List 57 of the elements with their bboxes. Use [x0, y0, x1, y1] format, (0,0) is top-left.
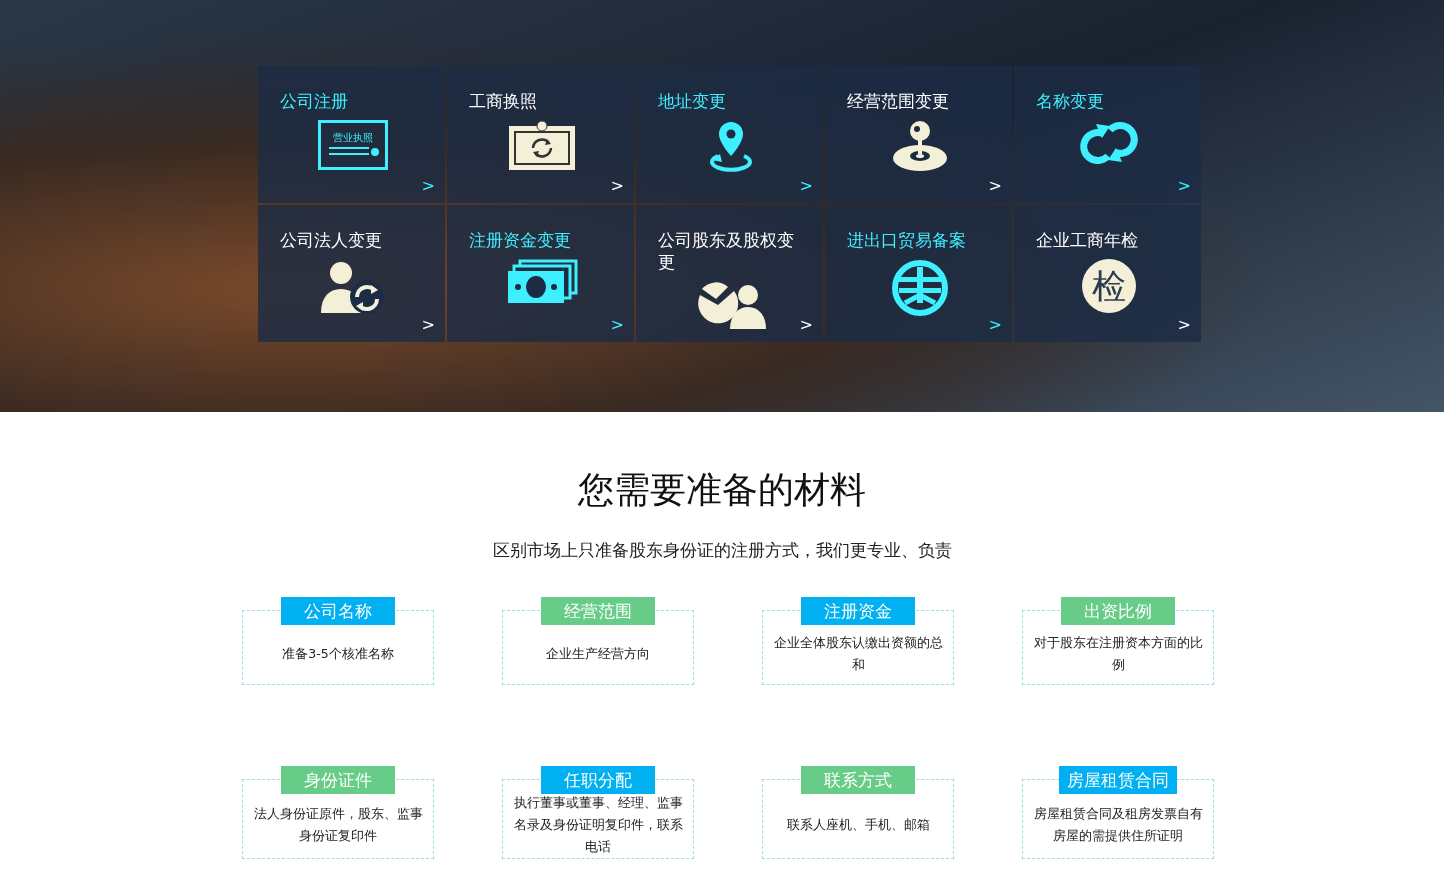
arrow-icon: > [799, 316, 813, 334]
framed-refresh-icon [506, 120, 577, 172]
location-pin-icon [707, 120, 754, 174]
service-title: 进出口贸易备案 [847, 229, 967, 251]
section-subtitle: 区别市场上只准备股东身份证的注册方式，我们更专业、负责 [491, 539, 953, 562]
service-title: 地址变更 [658, 90, 727, 112]
arrow-icon: > [988, 316, 1002, 334]
service-tile[interactable]: 地址变更 > [636, 66, 823, 203]
material-tag: 出资比例 [1061, 597, 1175, 625]
service-title: 公司法人变更 [280, 229, 383, 251]
pie-chart-people-icon [695, 281, 766, 331]
arrow-icon: > [1177, 316, 1191, 334]
service-tile[interactable]: 公司法人变更 > [258, 205, 445, 342]
section-title: 您需要准备的材料 [577, 468, 867, 512]
service-title: 注册资金变更 [469, 229, 572, 251]
material-tag: 房屋租赁合同 [1059, 766, 1177, 794]
material-tag: 公司名称 [281, 597, 395, 625]
arrow-icon: > [1177, 177, 1191, 195]
material-description: 企业生产经营方向 [546, 644, 650, 663]
material-description: 准备3-5个核准名称 [282, 644, 394, 663]
material-description: 联系人座机、手机、邮箱 [786, 816, 930, 834]
service-tile[interactable]: 公司股东及股权变更 > [636, 205, 823, 342]
material-tag: 经营范围 [541, 597, 655, 625]
material-description: 房屋租赁合同及租房发票自有房屋的需提供住所证明 [1032, 805, 1204, 845]
service-title: 名称变更 [1036, 90, 1105, 112]
material-tag: 注册资金 [801, 597, 915, 625]
service-tile[interactable]: 公司注册 营业执照 > [258, 66, 445, 203]
round-seal-icon [890, 259, 949, 317]
service-tile[interactable]: 企业工商年检 检 > [1014, 205, 1201, 342]
round-character-icon: 检 [1081, 259, 1136, 313]
person-refresh-icon [318, 259, 387, 315]
service-title: 经营范围变更 [847, 90, 950, 112]
arrow-icon: > [988, 177, 1002, 195]
arrow-icon: > [421, 316, 435, 334]
service-tile[interactable]: 进出口贸易备案 > [825, 205, 1012, 342]
arrow-icon: > [421, 177, 435, 195]
service-tile[interactable]: 名称变更 > [1014, 66, 1201, 203]
certificate-icon: 营业执照 [317, 120, 388, 170]
material-description: 法人身份证原件，股东、监事身份证复印件 [252, 805, 424, 845]
service-title: 公司股东及股权变更 [658, 229, 795, 273]
material-description: 对于股东在注册资本方面的比例 [1032, 633, 1204, 674]
joystick-icon [890, 120, 949, 172]
material-description: 执行董事或董事、经理、监事名录及身份证明复印件，联系电话 [512, 794, 684, 856]
service-title: 工商换照 [469, 90, 538, 112]
arrow-icon: > [610, 177, 624, 195]
material-tag: 联系方式 [801, 766, 915, 794]
material-tag: 任职分配 [541, 766, 655, 794]
banknotes-icon [505, 259, 578, 305]
arrow-icon: > [610, 316, 624, 334]
service-title: 公司注册 [280, 90, 349, 112]
service-title: 企业工商年检 [1036, 229, 1139, 251]
service-tile[interactable]: 经营范围变更 > [825, 66, 1012, 203]
service-tile[interactable]: 注册资金变更 > [447, 205, 634, 342]
material-description: 企业全体股东认缴出资额的总和 [772, 633, 944, 674]
material-tag: 身份证件 [281, 766, 395, 794]
arrow-icon: > [799, 177, 813, 195]
service-tile[interactable]: 工商换照 > [447, 66, 634, 203]
